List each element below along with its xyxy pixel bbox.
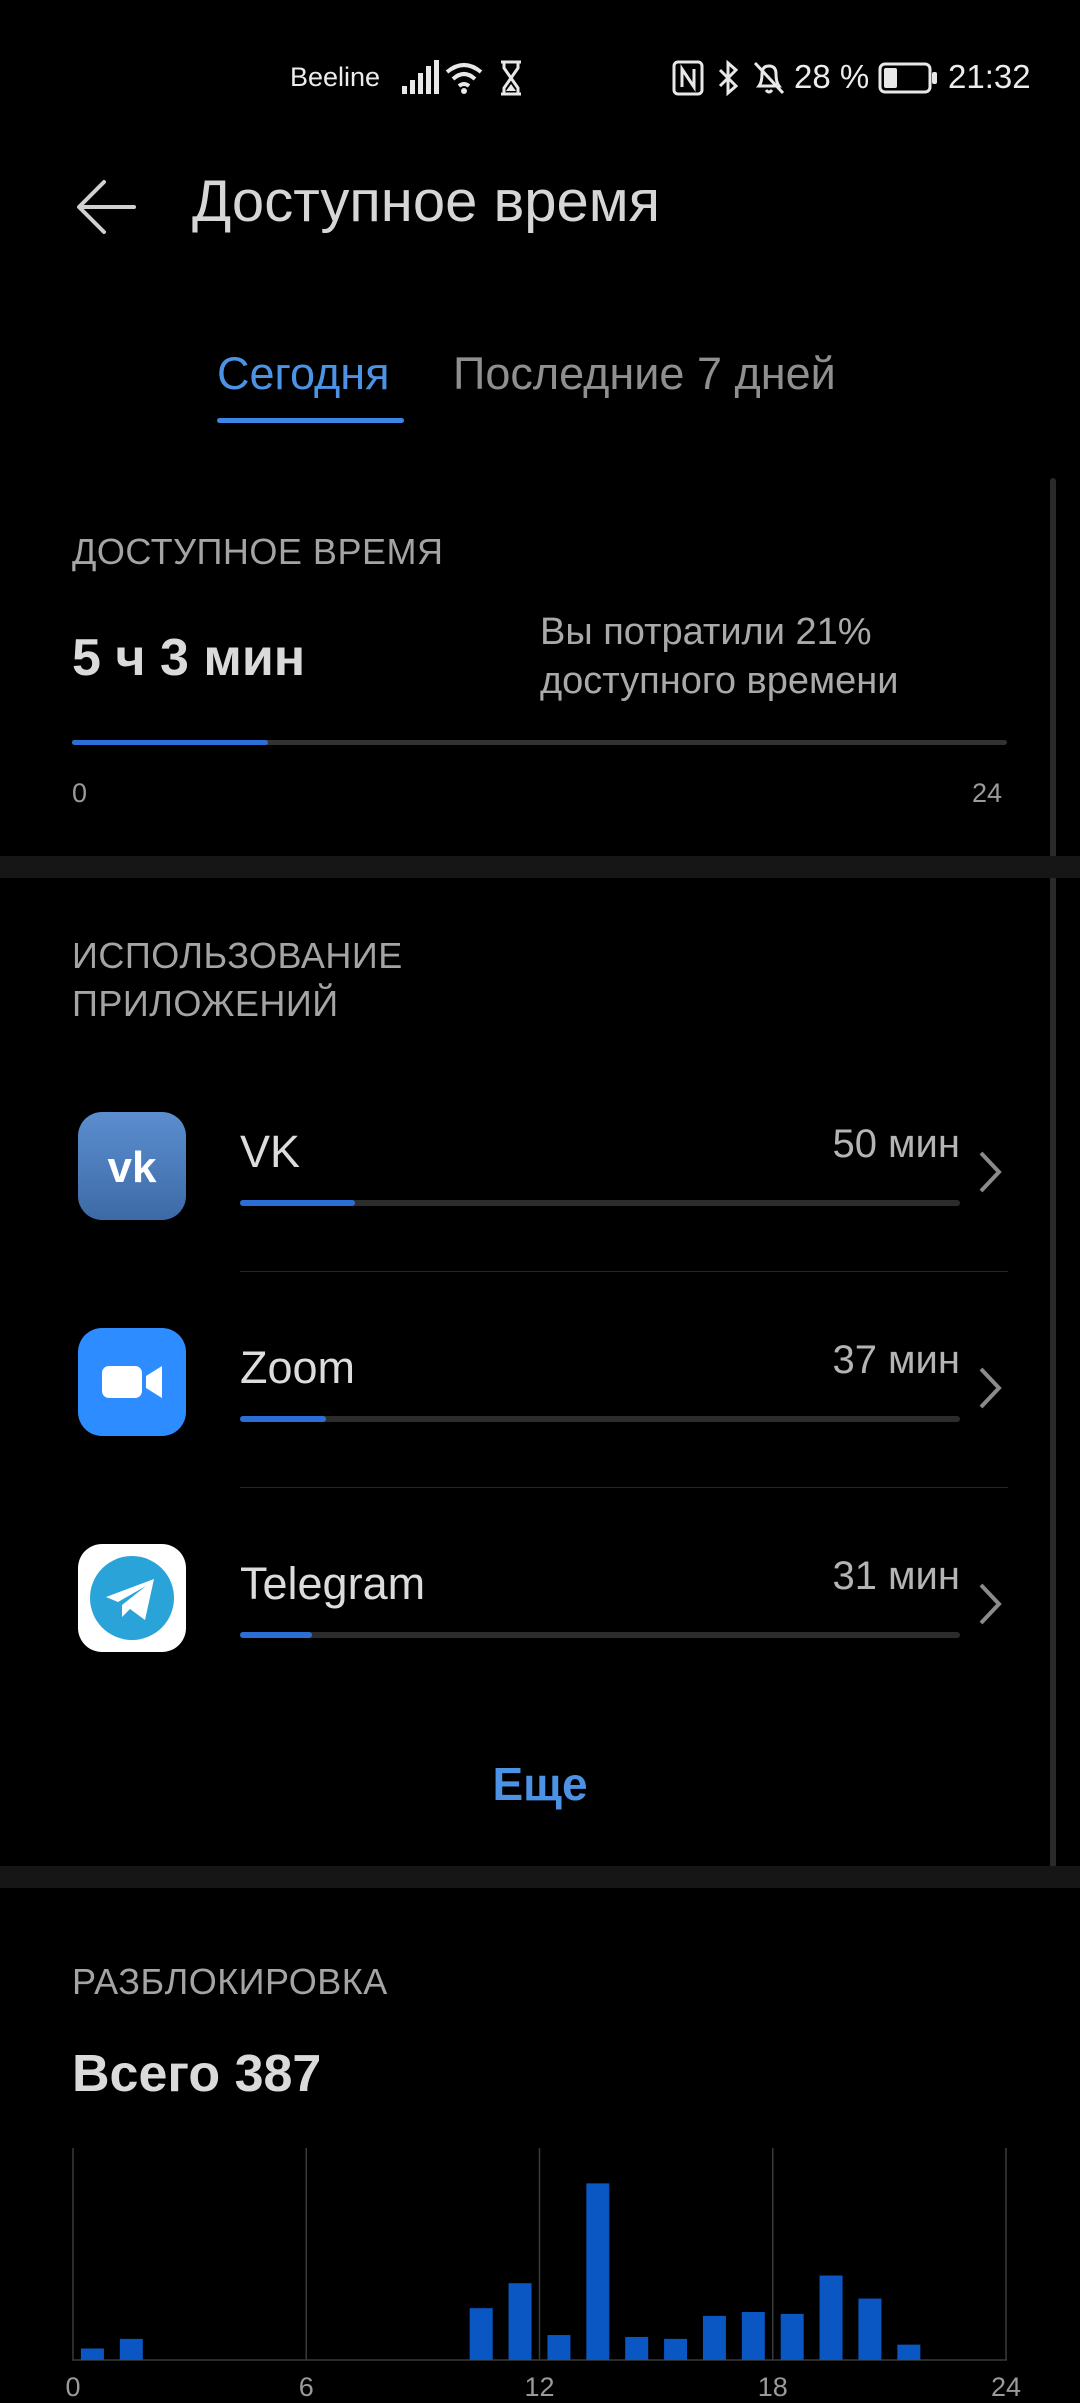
app-usage-time: 37 мин [832,1338,960,1382]
app-usage-bar [240,1416,960,1422]
available-time-label: ДОСТУПНОЕ ВРЕМЯ [72,531,444,572]
chart-bar [819,2275,843,2360]
unlocks-chart [72,2148,1007,2361]
app-name: Telegram [240,1558,426,1609]
wifi-icon [445,63,483,94]
available-time-progress [72,740,1007,745]
app-row-zoom[interactable]: Zoom 37 мин [0,1298,1080,1514]
chart-x-tick-label: 24 [990,2372,1022,2402]
app-usage-bar [240,1200,960,1206]
tab-last-7-days[interactable]: Последние 7 дней [453,348,836,400]
chart-bar [897,2344,921,2360]
chart-x-tick-label: 18 [757,2372,788,2402]
available-time-value: 5 ч 3 мин [72,629,306,687]
app-name: VK [240,1126,301,1177]
available-time-note: Вы потратили 21% доступного времени [540,611,899,702]
zoom-icon [78,1328,186,1436]
nfc-icon [672,60,704,96]
battery-icon [878,62,937,94]
chart-bar [547,2335,571,2360]
unlocks-total: Всего 387 [72,2045,322,2103]
app-usage-time: 50 мин [832,1122,960,1166]
row-divider [240,1487,1008,1488]
chart-x-tick-label: 6 [298,2372,314,2402]
app-usage-label: ИСПОЛЬЗОВАНИЕ ПРИЛОЖЕНИЙ [72,932,403,1028]
bell-off-icon [753,61,785,95]
chart-bar [625,2336,649,2360]
app-row-telegram[interactable]: Telegram 31 мин [0,1514,1080,1730]
progress-axis-max: 24 [972,778,1003,808]
app-usage-time: 31 мин [832,1554,960,1598]
page-title: Доступное время [192,169,661,234]
chart-bar [858,2298,882,2360]
more-button[interactable]: Еще [0,1757,1080,1811]
chart-bar [586,2183,610,2360]
chevron-right-icon [979,1367,1002,1409]
app-usage-bar [240,1632,960,1638]
carrier-name: Beeline [290,62,381,92]
clock-time: 21:32 [948,58,1031,95]
chart-bar [119,2338,143,2360]
arrow-left-icon[interactable] [72,172,142,242]
chart-bar [702,2315,726,2360]
chevron-right-icon [979,1583,1002,1625]
hourglass-icon [501,60,521,96]
bluetooth-icon [718,60,739,96]
app-usage-bar-fill [240,1200,356,1206]
chevron-right-icon [979,1151,1002,1193]
section-divider [0,1866,1080,1888]
app-usage-bar-fill [240,1632,312,1638]
unlocks-label: РАЗБЛОКИРОВКА [72,1961,388,2002]
app-usage-label-line2: ПРИЛОЖЕНИЙ [72,983,339,1024]
chart-bar [469,2308,493,2360]
chart-bar [508,2283,532,2360]
telegram-icon [78,1544,186,1652]
app-row-vk[interactable]: vk VK 50 мин [0,1082,1080,1298]
chart-bar [80,2348,104,2360]
active-tab-indicator [217,418,404,423]
signal-icon [402,60,439,94]
progress-axis-min: 0 [72,778,88,808]
svg-text:vk: vk [108,1143,157,1192]
app-name: Zoom [240,1342,356,1393]
chart-bar [664,2338,688,2360]
vk-icon: vk [78,1112,186,1220]
available-time-progress-fill [72,740,269,745]
app-usage-label-line1: ИСПОЛЬЗОВАНИЕ [72,935,403,976]
section-divider [0,856,1080,878]
tab-today[interactable]: Сегодня [217,348,389,400]
chart-x-tick-label: 0 [65,2372,81,2402]
battery-percent: 28 % [794,58,870,95]
chart-x-tick-label: 12 [524,2372,555,2402]
chart-bar [780,2313,804,2360]
row-divider [240,1271,1008,1272]
app-usage-bar-fill [240,1416,327,1422]
status-bar: Beeline 28 % 21:32 [0,0,1080,160]
chart-bar [741,2312,765,2360]
